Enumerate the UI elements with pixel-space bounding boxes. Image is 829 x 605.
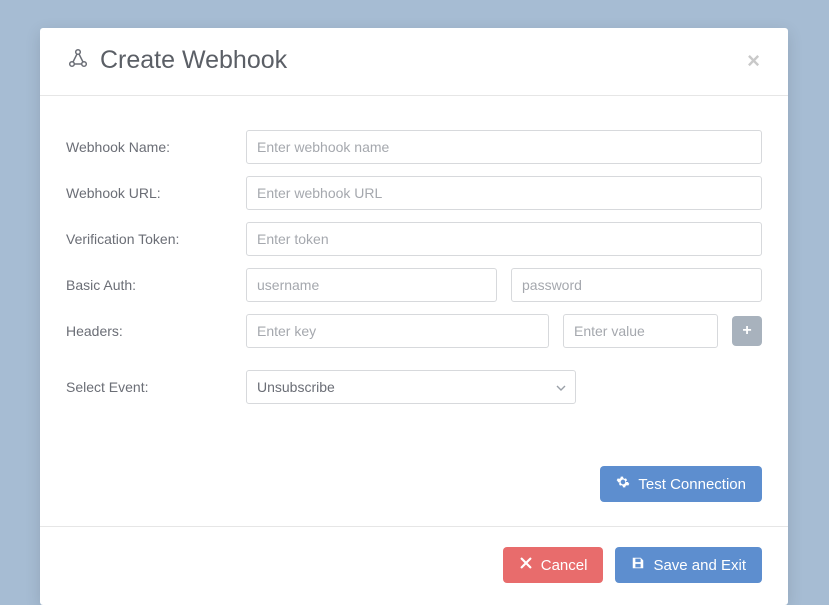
row-basic-auth: Basic Auth:: [66, 268, 762, 302]
row-verification-token: Verification Token:: [66, 222, 762, 256]
row-webhook-url: Webhook URL:: [66, 176, 762, 210]
add-header-button[interactable]: +: [732, 316, 762, 346]
webhook-url-input[interactable]: [246, 176, 762, 210]
label-webhook-name: Webhook Name:: [66, 139, 246, 155]
basic-auth-username-input[interactable]: [246, 268, 497, 302]
label-webhook-url: Webhook URL:: [66, 185, 246, 201]
header-key-input[interactable]: [246, 314, 549, 348]
create-webhook-modal: Create Webhook × Webhook Name: Webhook U…: [40, 28, 788, 605]
cancel-label: Cancel: [541, 557, 588, 574]
modal-header: Create Webhook ×: [40, 28, 788, 96]
label-verification-token: Verification Token:: [66, 231, 246, 247]
label-basic-auth: Basic Auth:: [66, 277, 246, 293]
close-button[interactable]: ×: [745, 50, 762, 72]
x-icon: [519, 556, 533, 574]
test-connection-row: Test Connection: [40, 436, 788, 526]
modal-title: Create Webhook: [100, 46, 287, 75]
cancel-button[interactable]: Cancel: [503, 547, 604, 583]
label-select-event: Select Event:: [66, 379, 246, 395]
gear-icon: [616, 475, 630, 493]
webhook-icon: [66, 46, 90, 75]
basic-auth-password-input[interactable]: [511, 268, 762, 302]
modal-footer: Cancel Save and Exit: [40, 526, 788, 605]
verification-token-input[interactable]: [246, 222, 762, 256]
label-headers: Headers:: [66, 323, 246, 339]
webhook-name-input[interactable]: [246, 130, 762, 164]
save-and-exit-button[interactable]: Save and Exit: [615, 547, 762, 583]
modal-title-group: Create Webhook: [66, 46, 287, 75]
plus-icon: +: [742, 322, 751, 340]
event-select-wrap: Unsubscribe: [246, 370, 576, 404]
test-connection-button[interactable]: Test Connection: [600, 466, 762, 502]
event-select[interactable]: Unsubscribe: [246, 370, 576, 404]
header-value-input[interactable]: [563, 314, 718, 348]
modal-body: Webhook Name: Webhook URL: Verification …: [40, 96, 788, 436]
test-connection-label: Test Connection: [638, 476, 746, 493]
save-label: Save and Exit: [653, 557, 746, 574]
close-icon: ×: [747, 48, 760, 73]
row-webhook-name: Webhook Name:: [66, 130, 762, 164]
row-headers: Headers: +: [66, 314, 762, 348]
save-icon: [631, 556, 645, 574]
row-select-event: Select Event: Unsubscribe: [66, 370, 762, 404]
